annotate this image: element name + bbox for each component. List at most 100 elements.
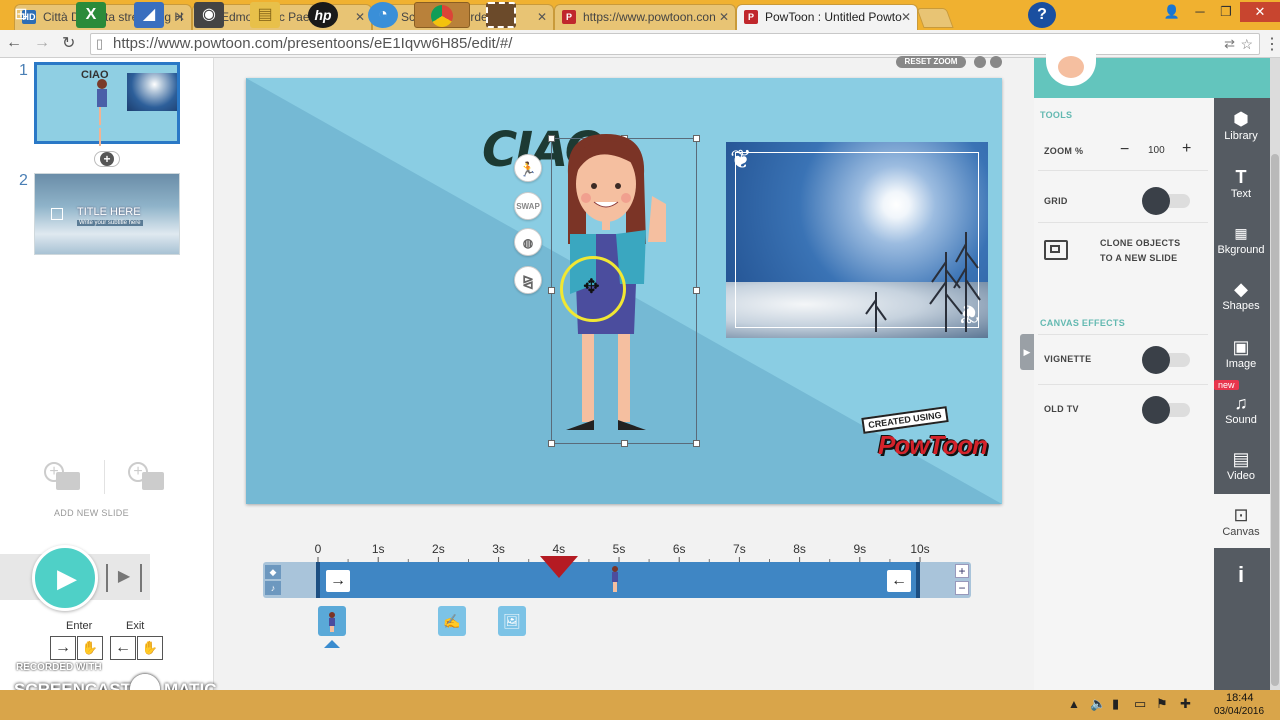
close-tab-icon[interactable]: ✕ [719, 5, 729, 29]
resize-handle[interactable] [693, 440, 700, 447]
close-tab-icon[interactable]: ✕ [537, 5, 547, 29]
action-pose-button[interactable]: 🏃 [514, 154, 542, 182]
timeline-object-image[interactable]: 🖼 [498, 606, 526, 636]
clock-date[interactable]: 03/04/2016 [1214, 706, 1264, 717]
browser-tab[interactable]: P https://www.powtoon.con ✕ [554, 4, 736, 30]
preview-fullscreen-icon[interactable]: ▶ [106, 564, 142, 592]
sidebar-item-sound[interactable]: ♫ Sound [1213, 392, 1269, 426]
grid-toggle[interactable] [1142, 187, 1190, 215]
zoom-increase-button[interactable]: + [1182, 140, 1191, 158]
scrollbar-thumb[interactable] [1271, 154, 1279, 686]
palette-icon: ◍ [522, 236, 534, 250]
app-icon[interactable]: ◢ [134, 2, 164, 28]
bookmark-star-icon[interactable]: ☆ [1240, 34, 1253, 54]
enter-hand-icon[interactable]: ✋ [77, 636, 103, 660]
timeline-enter-arrow-icon[interactable]: → [326, 570, 350, 592]
old-tv-toggle[interactable] [1142, 396, 1190, 424]
add-blank-slide-button[interactable]: + [44, 462, 82, 492]
timeline-object-character[interactable] [318, 606, 346, 636]
timeline-zoom-out-button[interactable]: − [955, 581, 969, 595]
zoom-out-icon[interactable] [990, 56, 1002, 68]
sidebar-item-shapes[interactable]: ◆ Shapes [1213, 278, 1269, 312]
browser-tab-active[interactable]: P PowToon : Untitled Powto ✕ [736, 4, 918, 30]
sidebar-item-video[interactable]: ▤ Video [1213, 448, 1269, 482]
sidebar-item-canvas[interactable]: ⊡ Canvas [1213, 504, 1269, 538]
screen-recorder-icon[interactable] [486, 2, 516, 28]
close-tab-icon[interactable]: ✕ [175, 5, 185, 29]
clock-time[interactable]: 18:44 [1226, 692, 1254, 704]
translate-icon[interactable]: ⇄ [1224, 34, 1235, 54]
file-explorer-icon[interactable]: ▤ [250, 2, 280, 28]
enter-arrow-icon[interactable]: → [50, 636, 76, 660]
flag-icon[interactable]: ⚑ [1156, 696, 1168, 712]
sidebar-item-library[interactable]: ⬢ Library [1213, 108, 1269, 142]
layer-toggle-icon[interactable]: ◆ [265, 565, 281, 579]
minimize-icon[interactable]: ─ [1188, 2, 1212, 22]
new-tab-button[interactable] [916, 8, 954, 28]
info-button[interactable]: i [1213, 562, 1269, 588]
playhead-marker[interactable] [539, 556, 578, 578]
exit-hand-icon[interactable]: ✋ [137, 636, 163, 660]
insert-slide-button[interactable]: + [94, 151, 120, 167]
scrollbar[interactable] [1270, 58, 1280, 690]
resize-handle[interactable] [548, 440, 555, 447]
user-icon[interactable]: 👤 [1160, 2, 1184, 22]
timeline-character-marker[interactable] [610, 566, 620, 594]
media-icon[interactable]: ◉ [194, 2, 224, 28]
battery-icon[interactable]: ▭ [1134, 696, 1146, 712]
resize-handle[interactable] [548, 287, 555, 294]
back-icon[interactable]: ← [6, 34, 22, 52]
chrome-taskbar-button[interactable] [414, 2, 470, 28]
sidebar-item-image[interactable]: ▣ Image [1213, 336, 1269, 370]
timeline-exit-arrow-icon[interactable]: ← [887, 570, 911, 592]
style-button[interactable]: ◍ [514, 228, 542, 256]
zoom-in-icon[interactable] [974, 56, 986, 68]
browser-menu-icon[interactable]: ⋮ [1264, 34, 1280, 54]
resize-handle[interactable] [621, 440, 628, 447]
reload-icon[interactable]: ↻ [62, 33, 75, 53]
tray-arrow-icon[interactable]: ▲ [1068, 697, 1080, 711]
help-icon[interactable]: ? [1028, 2, 1056, 28]
windows-start-icon[interactable]: ⊞ [6, 2, 36, 28]
background-icon: ▦ [1234, 225, 1248, 241]
zoom-decrease-button[interactable]: − [1120, 141, 1129, 159]
forward-icon[interactable]: → [34, 34, 50, 52]
security-icon[interactable]: ✚ [1180, 696, 1191, 712]
hp-icon[interactable]: hp [308, 2, 338, 28]
slide-canvas[interactable]: CIAO ❦ ❦ ✥ 🏃 SWAP ◍ ⧎ CREATED USING PowT… [246, 78, 1002, 504]
add-template-slide-button[interactable]: + [128, 462, 166, 492]
excel-icon[interactable]: X [76, 2, 106, 28]
exit-arrow-icon[interactable]: ← [110, 636, 136, 660]
volume-icon[interactable]: 🔈 [1090, 696, 1106, 712]
resize-handle[interactable] [693, 135, 700, 142]
reset-zoom-button[interactable]: RESET ZOOM [896, 56, 966, 68]
cube-icon: ⬢ [1233, 109, 1249, 129]
timeline-object-ciao[interactable]: ✍ [438, 606, 466, 636]
clone-objects-label-2[interactable]: TO A NEW SLIDE [1100, 253, 1177, 263]
resize-handle[interactable] [693, 287, 700, 294]
close-tab-icon[interactable]: ✕ [355, 5, 365, 29]
sky-image[interactable]: ❦ ❦ [726, 142, 988, 338]
powtoon-favicon-icon: P [562, 10, 576, 24]
panel-collapse-handle[interactable]: ▶ [1020, 334, 1034, 370]
play-button[interactable]: ▶ [32, 545, 98, 611]
avatar[interactable] [1046, 48, 1096, 86]
clone-objects-icon[interactable] [1044, 240, 1068, 260]
timeline-zoom-in-button[interactable]: + [955, 564, 969, 578]
swap-button[interactable]: SWAP [514, 192, 542, 220]
sidebar-item-bkground[interactable]: ▦ Bkground [1213, 222, 1269, 256]
close-window-icon[interactable]: ✕ [1240, 2, 1280, 22]
wifi-icon[interactable]: ▮ [1112, 696, 1119, 712]
close-tab-icon[interactable]: ✕ [901, 5, 911, 29]
sound-toggle-icon[interactable]: ♪ [265, 581, 281, 595]
resize-handle[interactable] [548, 135, 555, 142]
slide-thumbnail-1[interactable]: CIAO [34, 62, 180, 146]
clone-objects-label[interactable]: CLONE OBJECTS [1100, 238, 1180, 248]
slide-thumbnail-2[interactable]: TITLE HERE Write your subtitle here [34, 173, 180, 255]
network-globe-icon[interactable]: ◔ [368, 2, 398, 28]
vignette-toggle[interactable] [1142, 346, 1190, 374]
maximize-icon[interactable]: ❐ [1214, 2, 1238, 22]
sidebar-item-text[interactable]: T Text [1213, 166, 1269, 200]
flip-button[interactable]: ⧎ [514, 266, 542, 294]
timeline-tick-label: 0 [315, 542, 322, 556]
